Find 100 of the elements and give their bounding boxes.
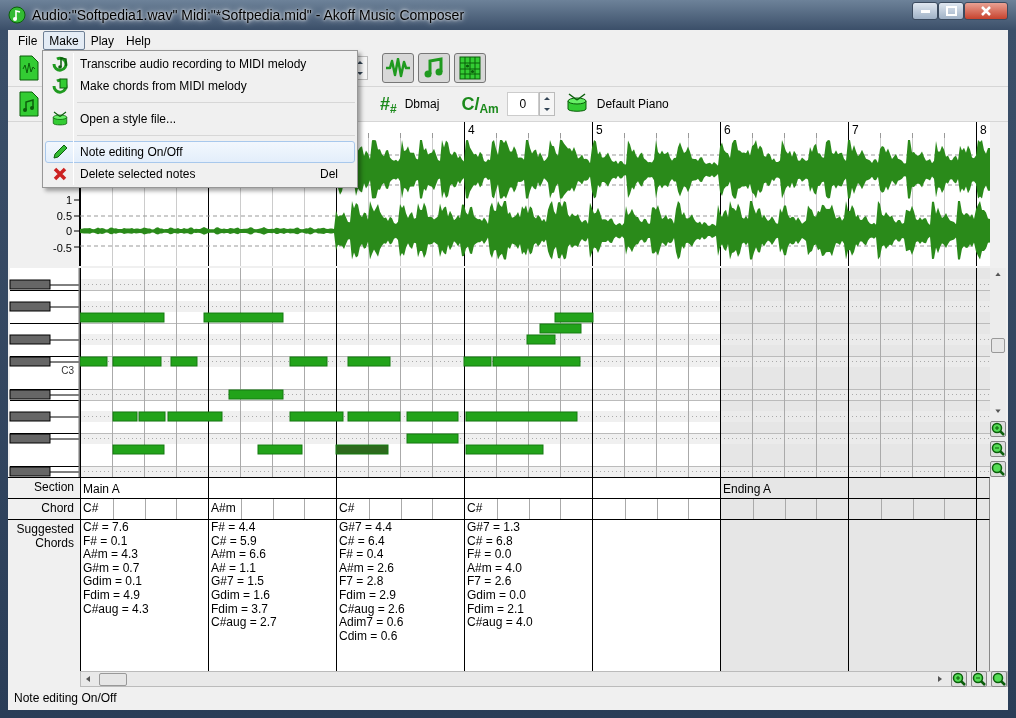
note-block[interactable] [203,312,284,323]
menu-item[interactable]: Open a style file... [45,108,355,130]
measure-number: 6 [724,123,731,137]
key-signature-icon: #$_{#}$ [380,95,397,113]
zoom-in-button[interactable] [990,421,1006,437]
note-block[interactable] [406,411,459,422]
chord-score: C# = 6.4 [339,534,386,549]
chord-score: Fdim = 4.9 [83,588,142,603]
zoom-in-button[interactable] [951,671,967,687]
axis-label: -0.5 [53,242,72,254]
zoom-button[interactable] [990,461,1006,477]
key-label: C3 [61,365,74,376]
close-button[interactable] [964,2,1008,20]
chord-score: Fdim = 3.7 [211,602,270,617]
measure-number: 4 [468,123,475,137]
note-block[interactable] [257,444,303,455]
delete-icon [52,166,68,182]
axis-label: 0 [65,225,72,237]
note-block[interactable] [492,356,581,367]
horizontal-scrollbar[interactable] [80,671,1008,687]
note-block[interactable] [526,334,556,345]
chord-score: Gdim = 1.6 [211,588,272,603]
chord-score: C# = 7.6 [83,521,130,535]
chord-score: C# = 5.9 [211,534,258,549]
chords-view-button[interactable] [454,53,486,83]
chord-name: A#m [210,500,237,517]
vertical-scrollbar[interactable] [990,268,1006,477]
chord-score: A#m = 6.6 [211,548,268,562]
menu-item[interactable]: File [12,30,44,50]
minimize-icon [920,9,930,13]
note-block[interactable] [112,411,138,422]
chord-name: C# [82,500,100,517]
note-block[interactable] [80,356,108,367]
menu-item[interactable]: Transcribe audio recording to MIDI melody [45,53,355,75]
zoom-out-button[interactable] [990,441,1006,457]
audio-file-icon[interactable] [18,55,40,81]
midi-file-icon[interactable] [18,91,40,117]
zoom-out-button[interactable] [971,671,987,687]
note-block[interactable] [539,323,582,334]
menu-item[interactable]: Delete selected notes Del [45,163,355,185]
drum-icon [51,110,69,128]
maximize-button[interactable] [938,2,964,20]
minimize-button[interactable] [912,2,938,20]
zoom-button[interactable] [991,671,1007,687]
close-icon [981,6,991,16]
menu-item[interactable]: Help [120,30,157,50]
measure-number: 7 [852,123,859,137]
zoom-in-icon [952,672,966,686]
chord-score: Cdim = 0.6 [339,629,399,644]
axis-label: 0.5 [56,210,72,222]
chord-score: Gdim = 0.1 [83,575,144,589]
note-block[interactable] [554,312,594,323]
axis-label: 1 [65,194,72,206]
section-cell: Ending A [720,477,848,498]
zoom-out-icon [972,672,986,686]
note-block[interactable] [347,411,401,422]
chord-score: G#7 = 4.4 [339,521,394,535]
chord-score: F7 = 2.6 [467,575,513,589]
note-block[interactable] [138,411,166,422]
note-block[interactable] [167,411,223,422]
scroll-thumb[interactable] [99,672,127,686]
menu-item[interactable]: Note editing On/Off [45,141,355,163]
status-text: Note editing On/Off [13,690,118,707]
chord-arrow-icon [51,77,69,95]
menu-item-label: Note editing On/Off [79,144,184,161]
note-block[interactable] [289,356,328,367]
note-block[interactable] [406,433,459,444]
partial-measure-cell [976,477,990,498]
menu-item[interactable]: Make [43,30,85,50]
note-block[interactable] [228,389,284,400]
note-block[interactable] [465,411,578,422]
chord-score: C#aug = 2.6 [339,602,406,617]
note-block[interactable] [335,444,389,455]
chord-name: C# [338,500,356,517]
relative-key-icon: C/$_{Am}$ [461,95,499,113]
scroll-thumb[interactable] [991,338,1005,353]
menu-item-label: Delete selected notes [79,166,197,183]
key-label: Dbmaj [404,96,440,113]
note-block[interactable] [463,356,492,367]
measure-number: 8 [980,123,987,137]
menu-item-label: Transcribe audio recording to MIDI melody [79,56,308,73]
note-block[interactable] [170,356,198,367]
note-block[interactable] [112,356,162,367]
app-logo-icon [8,6,26,24]
waveform-view-button[interactable] [382,53,414,83]
note-block[interactable] [289,411,344,422]
maximize-icon [945,6,957,16]
note-block[interactable] [465,444,544,455]
menu-item[interactable]: Make chords from MIDI melody [45,75,355,97]
chord-score: A#m = 4.3 [83,548,140,562]
chord-score: F7 = 2.8 [339,575,385,589]
note-block[interactable] [347,356,391,367]
chord-score: C#aug = 2.7 [211,616,278,630]
menu-item[interactable]: Play [84,30,121,50]
section-cell: Main A [80,477,208,498]
chord-score: F# = 0.0 [467,548,513,562]
transpose-field[interactable]: 0 [506,92,539,116]
zoom-icon [992,672,1006,686]
notes-view-button[interactable] [418,53,450,83]
note-block[interactable] [112,444,165,455]
